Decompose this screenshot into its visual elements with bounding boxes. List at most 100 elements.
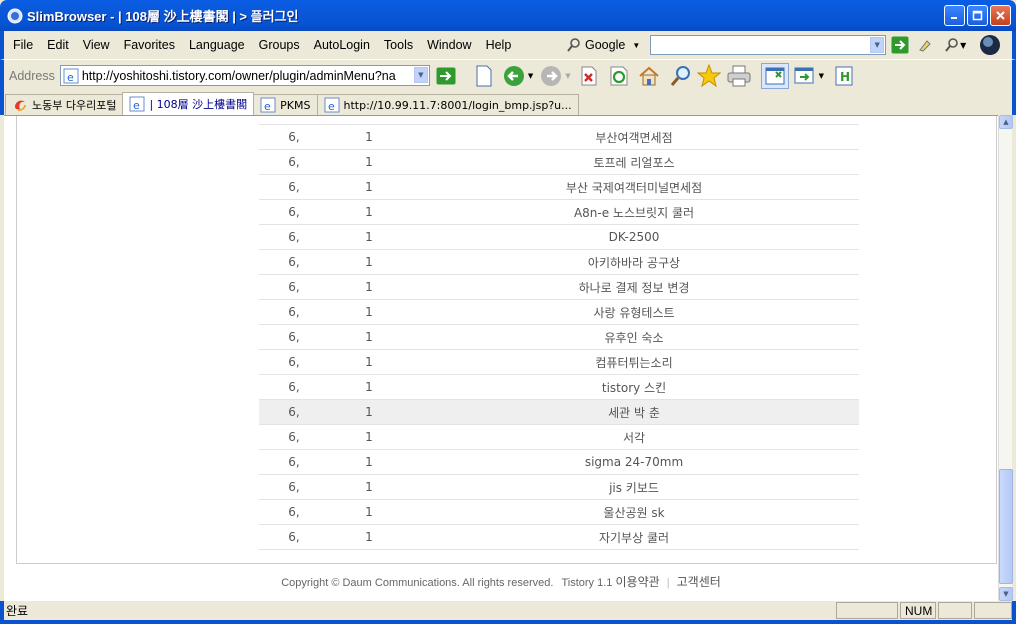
tab-4[interactable]: e http://10.99.11.7:8001/login_bmp.jsp?u… xyxy=(316,94,579,115)
home-button[interactable] xyxy=(637,64,661,88)
table-cell-col2: 1 xyxy=(365,205,373,219)
menu-groups[interactable]: Groups xyxy=(252,38,307,52)
table-cell-col2: 1 xyxy=(365,130,373,144)
table-row[interactable]: 6, 1 서각 xyxy=(259,425,859,450)
vertical-scrollbar[interactable]: ▲ ▼ xyxy=(998,115,1013,601)
table-cell-title: 세관 박 춘 xyxy=(608,405,660,420)
html-button[interactable]: H xyxy=(832,64,856,88)
slimbrowser-logo-icon xyxy=(7,8,23,23)
forward-arrow-icon xyxy=(541,65,562,86)
table-row[interactable]: 6, 1 세관 박 춘 xyxy=(259,400,859,425)
address-input[interactable]: e http://yoshitoshi.tistory.com/owner/pl… xyxy=(59,65,430,86)
maximize-button[interactable] xyxy=(967,5,988,26)
footer: Copyright © Daum Communications. All rig… xyxy=(4,573,998,590)
table-row[interactable]: 6, 1 컴퓨터튀는소리 xyxy=(259,350,859,375)
forward-button[interactable] xyxy=(539,64,563,88)
table-cell-col1: 6, xyxy=(288,280,300,294)
back-dropdown-icon[interactable]: ▼ xyxy=(528,72,533,80)
status-text: 완료 xyxy=(6,604,29,618)
table-cell-title: A8n-e 노스브릿지 쿨러 xyxy=(573,205,695,220)
table-row[interactable]: 6, 1 A8n-e 노스브릿지 쿨러 xyxy=(259,200,859,225)
search-dropdown-button[interactable]: ▼ xyxy=(870,37,885,53)
highlighter-icon xyxy=(919,40,931,52)
num-lock-indicator: NUM xyxy=(900,602,936,619)
table-cell-col2: 1 xyxy=(365,330,373,344)
tab-1[interactable]: 노동부 다우리포털 xyxy=(5,94,124,115)
search-engine-label: Google xyxy=(585,38,626,52)
table-cell-title: jis 키보드 xyxy=(609,480,659,495)
scroll-thumb[interactable] xyxy=(999,469,1013,584)
svg-text:e: e xyxy=(133,99,140,112)
table-row[interactable]: 6, 1 jis 키보드 xyxy=(259,475,859,500)
forward-dropdown-icon[interactable]: ▼ xyxy=(565,72,570,80)
table-cell-col1: 6, xyxy=(288,130,300,144)
menu-edit[interactable]: Edit xyxy=(40,38,76,52)
chevron-down-icon: ▼ xyxy=(960,40,967,50)
menu-autologin[interactable]: AutoLogin xyxy=(307,38,377,52)
table-cell-col1: 6, xyxy=(288,305,300,319)
refresh-button[interactable] xyxy=(607,64,631,88)
menu-view[interactable]: View xyxy=(76,38,117,52)
close-tab-button[interactable] xyxy=(760,62,789,89)
address-go-button[interactable] xyxy=(434,64,458,88)
terms-link[interactable]: 이용약관 xyxy=(615,575,659,589)
chevron-down-icon: ▼ xyxy=(874,41,880,49)
table-row[interactable]: 6, 1 울산공원 sk xyxy=(259,500,859,525)
new-page-button[interactable] xyxy=(472,64,496,88)
table-row[interactable]: 6, 1 토프레 리얼포스 xyxy=(259,150,859,175)
minimize-button[interactable] xyxy=(944,5,965,26)
go-arrow-icon xyxy=(891,36,909,54)
table-cell-col2: 1 xyxy=(365,480,373,494)
groups-dropdown-icon[interactable]: ▼ xyxy=(819,72,824,80)
table-cell-col1: 6, xyxy=(288,380,300,394)
search-button[interactable] xyxy=(669,64,693,88)
tab-3[interactable]: e PKMS xyxy=(253,94,318,115)
table-cell-col1: 6, xyxy=(288,430,300,444)
support-link[interactable]: 고객센터 xyxy=(677,575,721,589)
table-row[interactable]: 6, 1 부산 국제여객터미널면세점 xyxy=(259,175,859,200)
menu-bar: File Edit View Favorites Language Groups… xyxy=(0,31,1016,59)
table-cell-title: 하나로 결제 정보 변경 xyxy=(578,280,690,295)
scroll-up-button[interactable]: ▲ xyxy=(999,115,1013,129)
table-row[interactable]: 6, 1 사랑 유형테스트 xyxy=(259,300,859,325)
ie-page-icon: e xyxy=(63,68,79,84)
menu-favorites[interactable]: Favorites xyxy=(117,38,182,52)
highlight-button[interactable] xyxy=(914,33,936,57)
table-row[interactable]: 6, 1 부산여객면세점 xyxy=(259,125,859,150)
refresh-icon xyxy=(610,66,628,85)
table-row[interactable]: 6, 1 하나로 결제 정보 변경 xyxy=(259,275,859,300)
table-row[interactable]: 6, 1 DK-2500 xyxy=(259,225,859,250)
table-row[interactable]: 6, 1 아키하바라 공구상 xyxy=(259,250,859,275)
back-button[interactable] xyxy=(502,64,526,88)
menu-language[interactable]: Language xyxy=(182,38,252,52)
ie-page-icon: e xyxy=(324,97,339,113)
groups-button[interactable] xyxy=(793,64,817,88)
scroll-down-button[interactable]: ▼ xyxy=(999,587,1013,601)
menu-help[interactable]: Help xyxy=(479,38,519,52)
search-go-button[interactable] xyxy=(890,35,910,55)
globe-button[interactable] xyxy=(978,33,1002,57)
menu-tools[interactable]: Tools xyxy=(377,38,420,52)
table-row[interactable]: 6, 1 자기부상 쿨러 xyxy=(259,525,859,550)
menu-file[interactable]: File xyxy=(4,38,40,52)
table-cell-col2: 1 xyxy=(365,430,373,444)
stop-button[interactable] xyxy=(577,64,601,88)
print-button[interactable] xyxy=(727,64,751,88)
table-row[interactable]: 6, 1 tistory 스킨 xyxy=(259,375,859,400)
magnifier-icon xyxy=(670,65,690,86)
menu-window[interactable]: Window xyxy=(420,38,478,52)
search-engine-selector[interactable]: Google ▼ xyxy=(566,37,640,53)
table-cell-title: 아키하바라 공구상 xyxy=(587,255,681,270)
close-button[interactable] xyxy=(990,5,1011,26)
address-dropdown-button[interactable]: ▼ xyxy=(413,67,428,83)
tab-2[interactable]: e | 108層 沙上樓書閣 xyxy=(122,92,255,115)
table-row[interactable]: 6, 1 sigma 24-70mm xyxy=(259,450,859,475)
window-title: SlimBrowser - | 108層 沙上樓書閣 | > 플러그인 xyxy=(27,9,299,24)
table-cell-col1: 6, xyxy=(288,255,300,269)
favorites-button[interactable] xyxy=(696,63,721,88)
find-button[interactable]: ▼ xyxy=(940,33,970,57)
magnifier-icon xyxy=(945,38,958,52)
svg-text:H: H xyxy=(840,70,850,84)
search-input[interactable]: ▼ xyxy=(650,35,887,55)
table-row[interactable]: 6, 1 유후인 숙소 xyxy=(259,325,859,350)
